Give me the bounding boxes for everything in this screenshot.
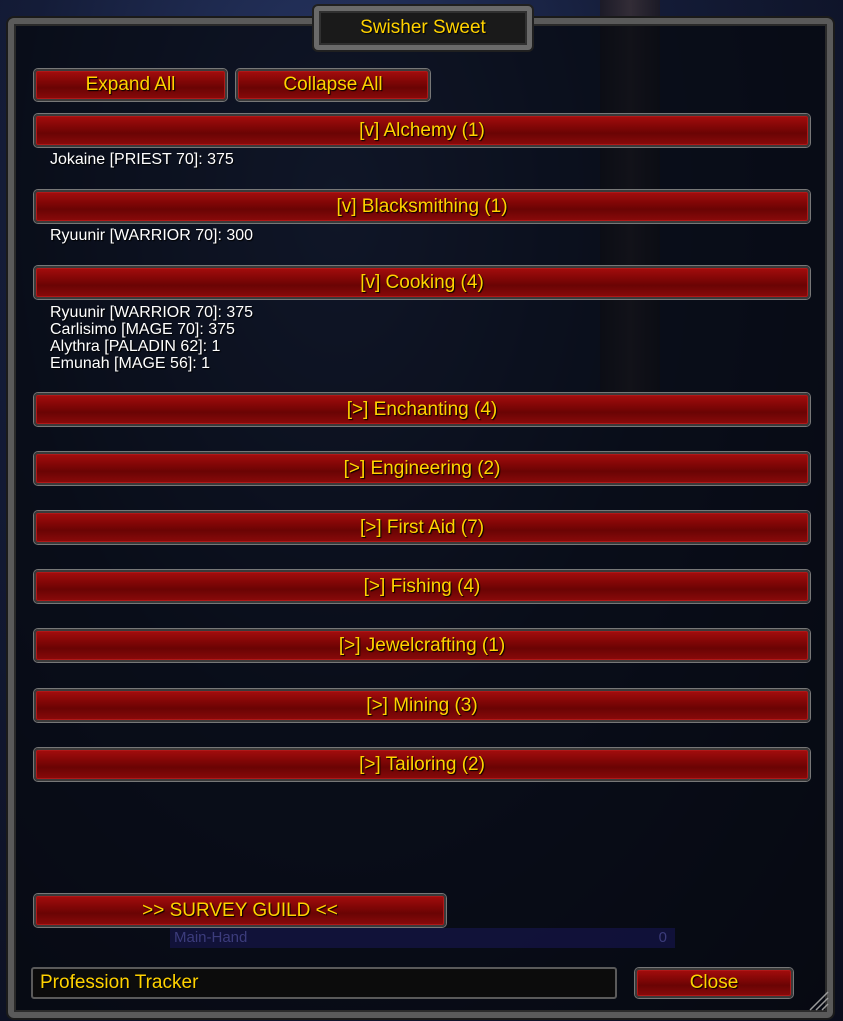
profession-header-first-aid[interactable]: [>] First Aid (7) [34,511,810,544]
profession-header-blacksmithing[interactable]: [v] Blacksmithing (1) [34,190,810,223]
background-status-bar: Main-Hand 0 [170,928,675,948]
window-title-text: Swisher Sweet [360,17,486,38]
profession-header-mining[interactable]: [>] Mining (3) [34,689,810,722]
cooking-member-list: Ryuunir [WARRIOR 70]: 375 Carlisimo [MAG… [50,304,253,372]
collapse-all-button[interactable]: Collapse All [236,69,430,101]
member-entry: Ryuunir [WARRIOR 70]: 300 [50,227,254,244]
member-entry: Carlisimo [MAGE 70]: 375 [50,321,235,338]
expand-all-button[interactable]: Expand All [34,69,227,101]
window-title-field[interactable]: Profession Tracker [31,967,617,999]
profession-header-cooking[interactable]: [v] Cooking (4) [34,266,810,299]
alchemy-member-list: Jokaine [PRIEST 70]: 375 [50,151,234,168]
member-entry: Ryuunir [WARRIOR 70]: 375 [50,304,254,321]
profession-header-jewelcrafting[interactable]: [>] Jewelcrafting (1) [34,629,810,662]
member-entry: Alythra [PALADIN 62]: 1 [50,338,221,355]
profession-header-engineering[interactable]: [>] Engineering (2) [34,452,810,485]
profession-header-fishing[interactable]: [>] Fishing (4) [34,570,810,603]
member-entry: Emunah [MAGE 56]: 1 [50,355,211,372]
status-bar-label: Main-Hand [174,929,248,946]
profession-header-tailoring[interactable]: [>] Tailoring (2) [34,748,810,781]
member-entry: Jokaine [PRIEST 70]: 375 [50,151,234,168]
profession-header-alchemy[interactable]: [v] Alchemy (1) [34,114,810,147]
blacksmithing-member-list: Ryuunir [WARRIOR 70]: 300 [50,227,253,244]
resize-grip-icon[interactable] [806,988,830,1012]
close-button[interactable]: Close [635,968,793,998]
survey-guild-button[interactable]: >> SURVEY GUILD << [34,894,446,927]
profession-header-enchanting[interactable]: [>] Enchanting (4) [34,393,810,426]
status-bar-value: 0 [658,929,667,946]
window-title: Swisher Sweet [314,6,532,50]
